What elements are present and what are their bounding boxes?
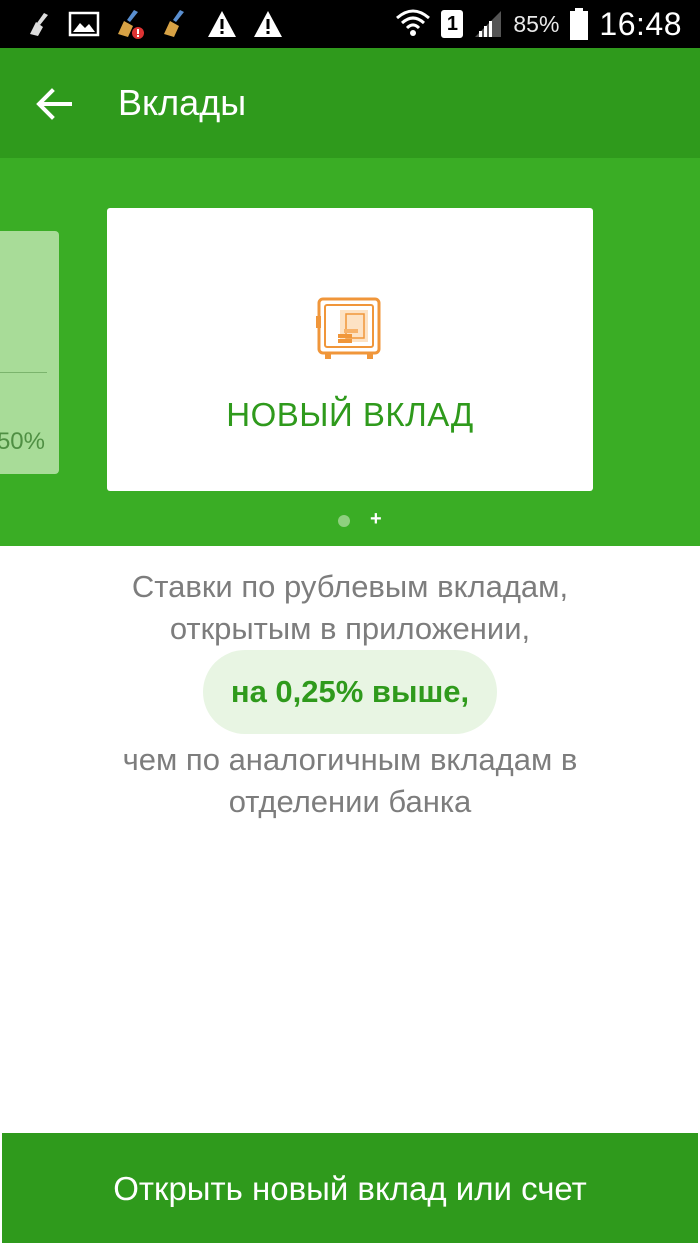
warning-icon [252,6,284,42]
safe-icon [316,297,381,359]
pager-plus: + [370,508,382,530]
deposit-rate: 50% [0,428,45,455]
promo-line-1: Ставки по рублевым вкладам, [131,569,569,604]
rate-highlight-badge: на 0,25% выше, [203,650,497,734]
page-title: Вклады [118,82,247,123]
new-deposit-label: НОВЫЙ ВКЛАД [226,396,474,433]
image-icon [68,6,100,42]
open-deposit-button[interactable]: Открыть новый вклад или счет [2,1133,698,1243]
status-bar: 1 85% 16:48 [0,0,700,48]
sim-indicator: 1 [441,10,464,38]
deposit-carousel[interactable]: 50% НОВЫЙ ВКЛАД + [0,158,700,546]
promo-line-4: отделении банка [228,784,472,819]
app-bar: Вклады [0,48,700,158]
pager-dot [338,515,350,527]
card-divider [0,372,47,373]
signal-icon [473,6,503,42]
battery-icon [569,6,589,42]
new-deposit-card[interactable]: НОВЫЙ ВКЛАД [107,208,593,491]
promo-line-3: чем по аналогичным вкладам в [122,742,578,777]
pager-indicator: + [0,508,700,530]
notification-icons [26,6,284,42]
broom-icon [160,6,192,42]
system-status: 1 85% 16:48 [395,4,682,44]
arrow-left-icon [36,88,72,120]
previous-deposit-card[interactable]: 50% [0,231,59,474]
wifi-icon [395,6,431,42]
back-button[interactable] [28,78,80,130]
clock: 16:48 [599,5,682,42]
broom-alert-icon [114,6,146,42]
promo-line-2: открытым в приложении, [169,611,531,646]
battery-percent: 85% [513,10,560,37]
warning-icon [206,6,238,42]
broom-icon [26,6,54,42]
